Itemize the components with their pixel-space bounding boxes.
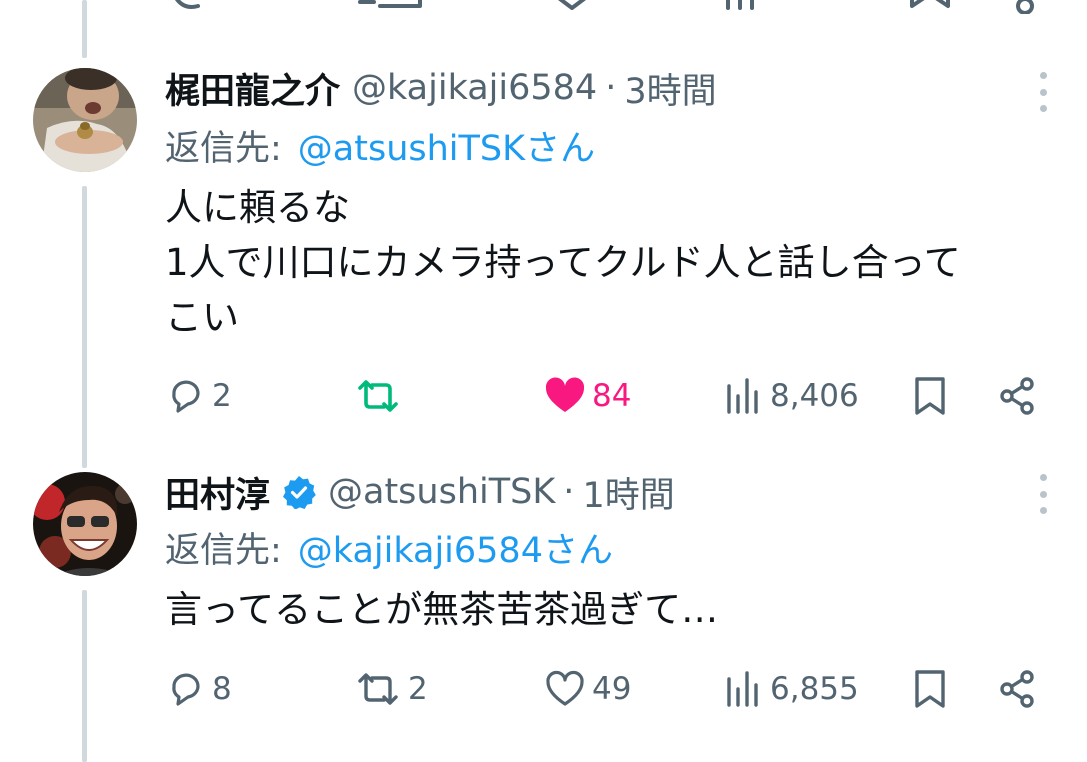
reply-button[interactable]: 8 [166,664,232,714]
share-button[interactable] [998,371,1038,421]
bookmark-button[interactable] [912,371,948,421]
like-button[interactable]: 49 [544,664,631,714]
tweet-text: 言ってることが無茶苦茶過ぎて… [165,582,1070,637]
views-count: 8,406 [770,378,859,414]
tweet-text-line: 1人で川口にカメラ持ってクルド人と話し合って [165,241,961,284]
previous-tweet-actions: 00 230 2,236 34.9万 [0,0,1087,15]
like-button[interactable]: 84 [544,371,631,421]
tweet-text: 人に頼るな 1人で川口にカメラ持ってクルド人と話し合って こい [165,180,1070,345]
separator-dot: · [605,68,617,108]
tweet-actions: 8 2 49 6,855 [0,664,1087,714]
tweet-text-line: こい [165,296,239,339]
views-icon [727,671,758,707]
tweet-header: 田村淳 @atsushiTSK · 1時間 [165,470,675,516]
display-name[interactable]: 田村淳 [165,467,270,518]
retweet-count: 2 [408,671,428,707]
tweet-text-line: 言ってることが無茶苦茶過ぎて… [165,588,719,631]
like-icon [546,670,584,706]
retweet-icon [358,673,398,705]
user-handle[interactable]: @atsushiTSK [328,472,555,512]
share-button[interactable] [998,664,1038,714]
more-options-icon[interactable] [1037,474,1049,514]
retweet-button[interactable] [354,371,402,421]
retweet-icon [358,380,398,412]
reply-label: 返信先: [165,128,282,169]
timestamp[interactable]: 1時間 [582,467,674,518]
avatar[interactable] [33,68,137,172]
reply-icon [172,380,200,413]
bookmark-button[interactable] [912,664,948,714]
reply-button[interactable]: 2 [166,371,232,421]
user-handle[interactable]: @kajikaji6584 [352,68,597,108]
like-count: 84 [592,378,632,414]
thread-line-middle [82,186,87,468]
share-icon [1000,377,1034,415]
views-count: 6,855 [770,671,859,707]
avatar-photo [33,472,137,576]
tweet-text-line: 人に頼るな [165,186,350,229]
timestamp[interactable]: 3時間 [624,63,716,114]
display-name[interactable]: 梶田龍之介 [165,63,340,114]
reply-context: 返信先: @kajikaji6584さん [165,525,613,571]
tweet-actions: 2 84 8,406 [0,371,1087,421]
separator-dot: · [563,472,575,512]
reply-mention-link[interactable]: @kajikaji6584さん [298,522,613,573]
tweet-header: 梶田龍之介 @kajikaji6584 · 3時間 [165,66,717,112]
views-button[interactable]: 6,855 [724,664,859,714]
reply-icon [172,673,200,706]
reply-label: 返信先: [165,530,282,571]
reply-mention-link[interactable]: @atsushiTSKさん [298,120,595,171]
bookmark-icon [915,377,945,415]
share-icon [1000,670,1034,708]
like-icon [545,377,585,412]
reply-count: 2 [212,378,232,414]
verified-badge-icon [283,476,316,509]
avatar-photo [33,68,137,172]
reply-count: 8 [212,671,232,707]
more-options-icon[interactable] [1037,72,1049,112]
bookmark-icon [915,670,945,708]
like-count: 49 [592,671,632,707]
views-button[interactable]: 8,406 [724,371,859,421]
views-icon [727,378,758,414]
reply-context: 返信先: @atsushiTSKさん [165,123,595,169]
tweet-thread: 00 230 2,236 34.9万 梶田龍之介 @kaji [0,0,1087,762]
retweet-button[interactable]: 2 [354,664,428,714]
avatar[interactable] [33,472,137,576]
previous-actions-clipped-icons: 00 230 2,236 34.9万 [175,0,1034,15]
